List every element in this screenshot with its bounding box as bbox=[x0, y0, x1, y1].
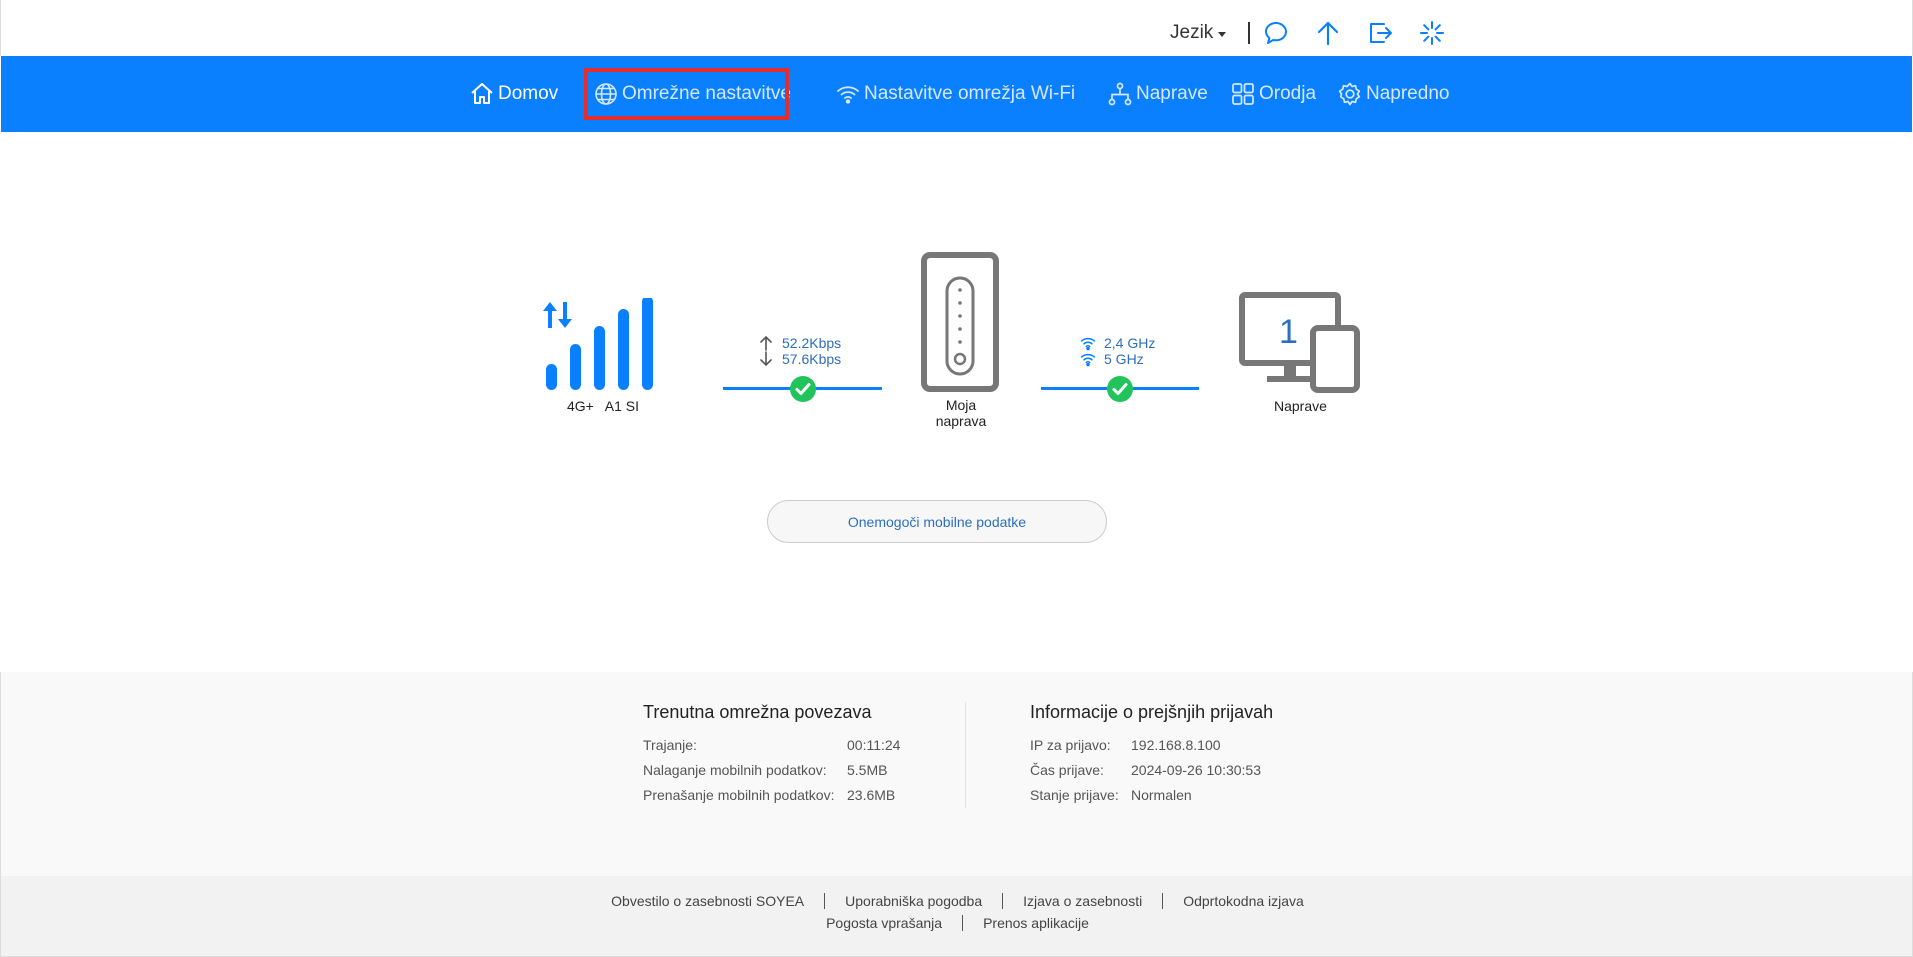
footer-link-privacy-statement[interactable]: Izjava o zasebnosti bbox=[1023, 893, 1142, 909]
previous-login-panel: Informacije o prejšnjih prijavah IP za p… bbox=[1030, 702, 1273, 807]
footer-links-row-1: Obvestilo o zasebnosti SOYEA Uporabniška… bbox=[1, 893, 1913, 909]
footer-link-app-download[interactable]: Prenos aplikacije bbox=[983, 915, 1089, 931]
gear-icon bbox=[1338, 82, 1361, 106]
wan-status-check-icon bbox=[790, 376, 816, 402]
footer-link-user-agreement[interactable]: Uporabniška pogodba bbox=[845, 893, 982, 909]
my-device-label-line1: Moja bbox=[945, 397, 977, 413]
previous-login-title: Informacije o prejšnjih prijavah bbox=[1030, 702, 1274, 722]
router-icon bbox=[921, 252, 999, 392]
wifi-icon bbox=[837, 86, 859, 104]
my-device-label-line2: naprava bbox=[935, 413, 987, 429]
nav-item-tools[interactable]: Orodja bbox=[1230, 56, 1316, 132]
network-tree-icon bbox=[1108, 82, 1132, 106]
nav-item-devices[interactable]: Naprave bbox=[1107, 56, 1208, 132]
footer-separator bbox=[962, 915, 964, 931]
devices-label: Naprave bbox=[1274, 398, 1327, 414]
footer-links-row-2: Pogosta vprašanja Prenos aplikacije bbox=[1, 915, 1913, 931]
info-key: Nalaganje mobilnih podatkov: bbox=[643, 761, 827, 778]
arrow-up-icon[interactable] bbox=[1315, 20, 1341, 46]
info-value: 192.168.8.100 bbox=[1131, 736, 1221, 753]
monitor-tablet-icon bbox=[1239, 292, 1360, 393]
home-icon bbox=[471, 83, 493, 104]
info-key: Čas prijave: bbox=[1030, 761, 1104, 778]
footer-link-faq[interactable]: Pogosta vprašanja bbox=[826, 915, 942, 931]
lan-status-check-icon bbox=[1107, 376, 1133, 402]
caret-down-icon bbox=[1218, 32, 1227, 37]
wifi-band-5: 5 GHz bbox=[1080, 351, 1144, 367]
footer-separator bbox=[824, 893, 826, 909]
network-info: 4G+ A1 SI bbox=[567, 398, 639, 414]
wifi-band-24-value: 2,4 GHz bbox=[1104, 335, 1156, 351]
upload-rate-value: 52.2Kbps bbox=[782, 335, 842, 351]
footer-separator bbox=[1162, 893, 1164, 909]
globe-icon bbox=[595, 83, 617, 105]
nav-item-label: Napredno bbox=[1366, 83, 1450, 104]
footer-separator bbox=[1002, 893, 1004, 909]
top-separator bbox=[1248, 22, 1250, 44]
info-row: Trajanje: 00:11:24 bbox=[643, 732, 900, 757]
wifi-icon bbox=[1080, 337, 1096, 351]
nav-item-label: Nastavitve omrežja Wi-Fi bbox=[864, 83, 1076, 104]
info-value: Normalen bbox=[1131, 786, 1192, 803]
footer-link-privacy-notice[interactable]: Obvestilo o zasebnosti SOYEA bbox=[611, 893, 804, 909]
download-arrow-icon bbox=[760, 351, 772, 367]
wifi-band-5-value: 5 GHz bbox=[1104, 351, 1144, 367]
my-device-label: Moja naprava bbox=[921, 397, 1001, 429]
network-type: 4G+ bbox=[567, 398, 594, 414]
nav-item-home[interactable]: Domov bbox=[469, 56, 558, 132]
info-row: IP za prijavo: 192.168.8.100 bbox=[1030, 732, 1273, 757]
nav-item-label: Omrežne nastavitve bbox=[622, 83, 791, 104]
operator-name: A1 SI bbox=[604, 398, 640, 414]
footer-link-open-source[interactable]: Odprtokodna izjava bbox=[1183, 893, 1304, 909]
info-row: Nalaganje mobilnih podatkov: 5.5MB bbox=[643, 757, 900, 782]
logout-icon[interactable] bbox=[1367, 20, 1393, 46]
info-key: IP za prijavo: bbox=[1030, 736, 1111, 753]
nav-item-label: Orodja bbox=[1259, 83, 1317, 104]
download-rate-value: 57.6Kbps bbox=[782, 351, 842, 367]
info-value: 00:11:24 bbox=[847, 736, 901, 753]
info-divider bbox=[965, 702, 966, 808]
current-connection-panel: Trenutna omrežna povezava Trajanje: 00:1… bbox=[643, 702, 900, 807]
devices-count: 1 bbox=[1279, 313, 1298, 351]
nav-item-label: Naprave bbox=[1136, 83, 1208, 104]
signal-strength-icon bbox=[543, 298, 653, 390]
grid-icon bbox=[1232, 83, 1254, 105]
spinner-icon[interactable] bbox=[1419, 20, 1445, 46]
wifi-band-24: 2,4 GHz bbox=[1080, 335, 1155, 351]
footer: Obvestilo o zasebnosti SOYEA Uporabniška… bbox=[0, 876, 1913, 957]
nav-item-label: Domov bbox=[498, 83, 559, 104]
top-bar: Jezik bbox=[0, 0, 1913, 56]
connected-devices[interactable]: 1 bbox=[1239, 292, 1361, 394]
info-value: 23.6MB bbox=[847, 786, 896, 803]
current-connection-title: Trenutna omrežna povezava bbox=[643, 702, 872, 722]
nav-item-wifi-settings[interactable]: Nastavitve omrežja Wi-Fi bbox=[835, 56, 1075, 132]
main-nav: Domov Omrežne nastavitve Nastavitve omre… bbox=[1, 56, 1912, 132]
download-rate: 57.6Kbps bbox=[758, 351, 841, 367]
info-section: Trenutna omrežna povezava Trajanje: 00:1… bbox=[0, 672, 1913, 876]
nav-item-network-settings[interactable]: Omrežne nastavitve bbox=[593, 56, 791, 132]
info-row: Čas prijave: 2024-09-26 10:30:53 bbox=[1030, 757, 1273, 782]
language-dropdown[interactable]: Jezik bbox=[1170, 22, 1227, 44]
info-key: Stanje prijave: bbox=[1030, 786, 1119, 803]
info-row: Stanje prijave: Normalen bbox=[1030, 782, 1273, 807]
info-value: 2024-09-26 10:30:53 bbox=[1131, 761, 1261, 778]
upload-rate: 52.2Kbps bbox=[758, 335, 841, 351]
info-row: Prenašanje mobilnih podatkov: 23.6MB bbox=[643, 782, 900, 807]
info-value: 5.5MB bbox=[847, 761, 888, 778]
upload-arrow-icon bbox=[760, 335, 772, 351]
chat-icon[interactable] bbox=[1263, 20, 1289, 46]
info-key: Prenašanje mobilnih podatkov: bbox=[643, 786, 835, 803]
wifi-icon bbox=[1080, 353, 1096, 367]
language-label: Jezik bbox=[1170, 22, 1214, 43]
info-key: Trajanje: bbox=[643, 736, 697, 753]
disable-mobile-data-button[interactable]: Onemogoči mobilne podatke bbox=[767, 500, 1107, 543]
nav-item-advanced[interactable]: Napredno bbox=[1337, 56, 1449, 132]
